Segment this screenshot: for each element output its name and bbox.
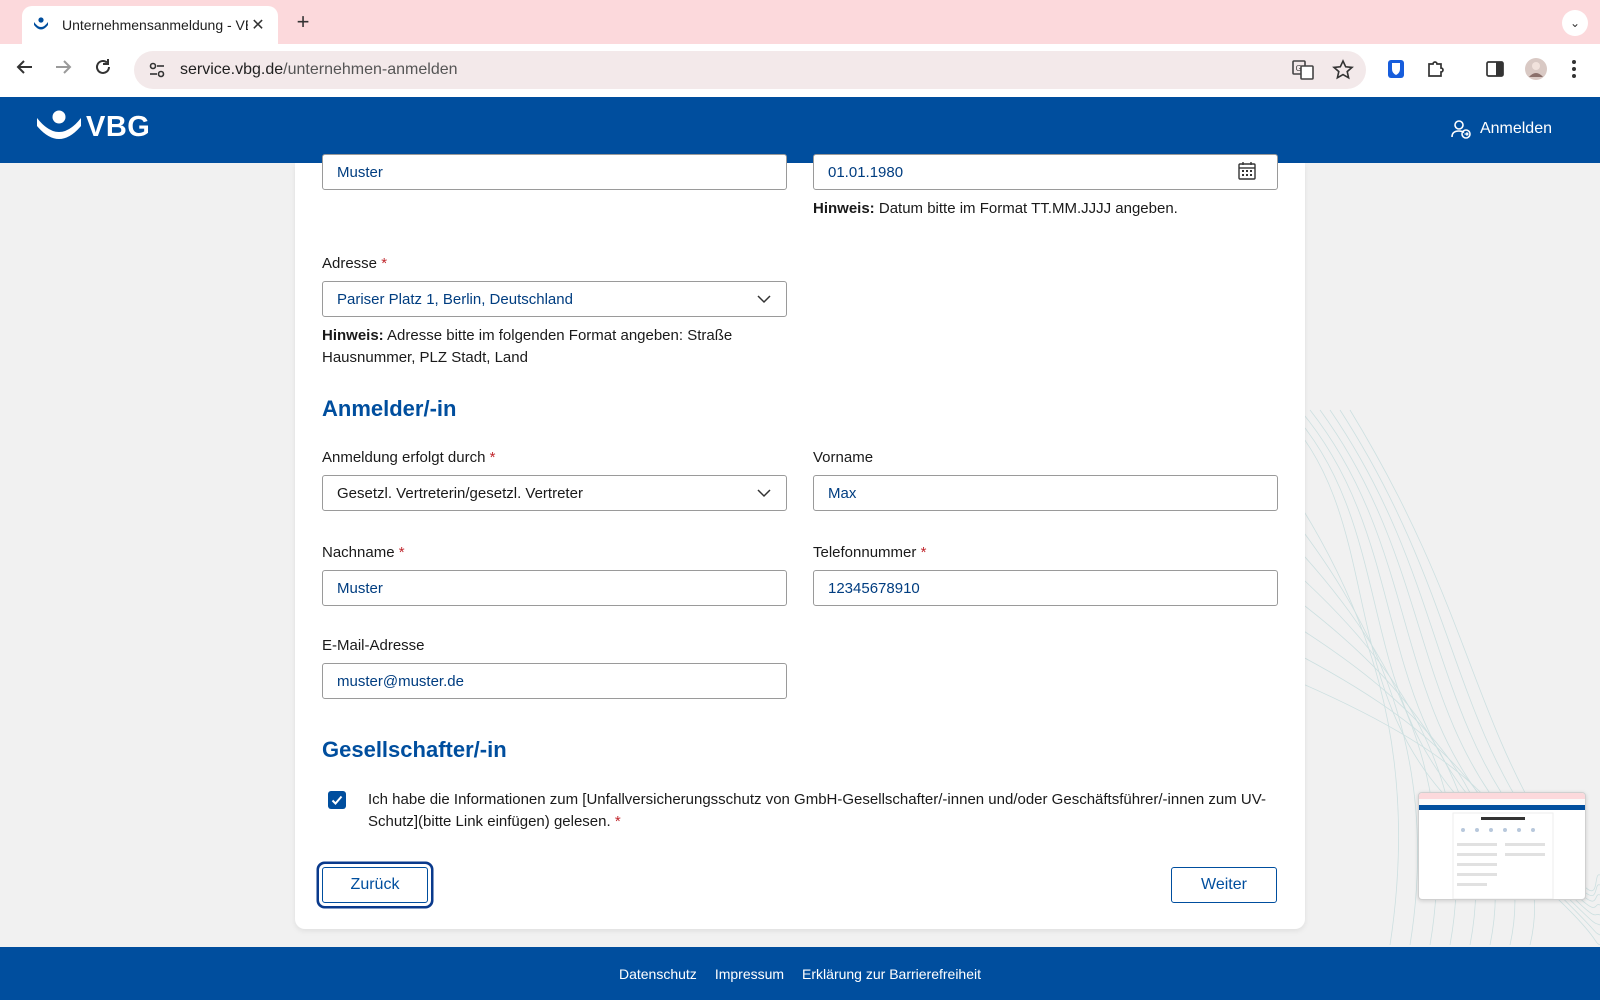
- email-field: E-Mail-Adresse muster@muster.de: [322, 637, 787, 699]
- consent-label: Ich habe die Informationen zum [Unfallve…: [368, 791, 1266, 830]
- site-footer: Datenschutz Impressum Erklärung zur Barr…: [0, 947, 1600, 1000]
- birthdate-field: 01.01.1980 Hinweis: Datum bitte im Forma…: [813, 154, 1278, 220]
- section-title-registrant: Anmelder/-in: [322, 396, 457, 421]
- new-tab-icon[interactable]: +: [290, 9, 316, 35]
- svg-text:G: G: [1296, 64, 1302, 73]
- consent-checkbox[interactable]: [328, 791, 346, 809]
- consent-checkbox-row: Ich habe die Informationen zum [Unfallve…: [328, 789, 1268, 833]
- browser-tab-active[interactable]: Unternehmensanmeldung - VBG ✕: [22, 6, 278, 44]
- vbg-logo[interactable]: VBG: [36, 110, 150, 144]
- phone-field: Telefonnummer * 12345678910: [813, 544, 1278, 606]
- first-name-field: Vorname Max: [813, 449, 1278, 511]
- login-link[interactable]: Anmelden: [1450, 118, 1552, 140]
- browser-tabbar: Unternehmensanmeldung - VBG ✕ + ⌄: [0, 0, 1600, 44]
- vbg-logo-icon: [37, 110, 81, 139]
- profile-avatar-icon[interactable]: [1524, 57, 1548, 81]
- reload-icon[interactable]: [90, 57, 116, 83]
- registration-by-label: Anmeldung erfolgt durch *: [322, 449, 496, 466]
- phone-input[interactable]: 12345678910: [813, 570, 1278, 606]
- site-header: VBG Anmelden: [0, 97, 1600, 163]
- birthdate-input[interactable]: 01.01.1980: [813, 154, 1278, 190]
- first-name-label: Vorname: [813, 449, 874, 466]
- back-button[interactable]: Zurück: [322, 867, 428, 903]
- last-name-label: Nachname *: [322, 544, 405, 561]
- forward-arrow-icon[interactable]: [50, 57, 76, 83]
- tab-close-icon[interactable]: ✕: [248, 15, 268, 35]
- footer-link-accessibility[interactable]: Erklärung zur Barrierefreiheit: [802, 966, 981, 982]
- address-label: Adresse *: [322, 255, 388, 272]
- tab-search-chevron-icon[interactable]: ⌄: [1562, 10, 1588, 36]
- chevron-down-icon: [757, 295, 771, 304]
- chevron-down-icon: [757, 489, 771, 498]
- registration-by-field: Anmeldung erfolgt durch * Gesetzl. Vertr…: [322, 449, 787, 511]
- side-panel-icon[interactable]: [1483, 57, 1507, 81]
- url-text: service.vbg.de/unternehmen-anmelden: [180, 61, 458, 78]
- browser-toolbar: service.vbg.de/unternehmen-anmelden G: [0, 44, 1600, 97]
- extensions-puzzle-icon[interactable]: [1424, 57, 1448, 81]
- registration-by-select[interactable]: Gesetzl. Vertreterin/gesetzl. Vertreter: [322, 475, 787, 511]
- user-login-icon: [1451, 120, 1471, 139]
- vbg-favicon-icon: [34, 17, 48, 30]
- calendar-icon[interactable]: [1237, 161, 1257, 181]
- date-hint: Hinweis: Datum bitte im Format TT.MM.JJJ…: [813, 200, 1178, 217]
- logo-text: VBG: [86, 110, 151, 143]
- registration-form-card: Muster 01.01.1980 Hinweis: Datum bitte i…: [295, 154, 1305, 929]
- bookmark-star-icon[interactable]: [1332, 59, 1354, 81]
- last-name-input[interactable]: Muster: [322, 570, 787, 606]
- footer-link-privacy[interactable]: Datenschutz: [619, 966, 697, 982]
- login-label: Anmelden: [1479, 120, 1552, 137]
- top-left-input[interactable]: Muster: [322, 154, 787, 190]
- email-label: E-Mail-Adresse: [322, 637, 425, 654]
- site-settings-icon[interactable]: [148, 61, 166, 79]
- next-button[interactable]: Weiter: [1171, 867, 1277, 903]
- page-thumbnail-preview[interactable]: [1418, 792, 1586, 900]
- address-select[interactable]: Pariser Platz 1, Berlin, Deutschland: [322, 281, 787, 317]
- first-name-input[interactable]: Max: [813, 475, 1278, 511]
- footer-link-imprint[interactable]: Impressum: [715, 966, 784, 982]
- phone-label: Telefonnummer *: [813, 544, 927, 561]
- tab-title: Unternehmensanmeldung - VBG: [62, 17, 248, 33]
- email-input[interactable]: muster@muster.de: [322, 663, 787, 699]
- address-hint: Hinweis: Adresse bitte im folgenden Form…: [322, 327, 733, 366]
- top-left-field: Muster: [322, 154, 787, 190]
- browser-menu-icon[interactable]: [1562, 57, 1586, 81]
- last-name-field: Nachname * Muster: [322, 544, 787, 606]
- bitwarden-shield-icon[interactable]: [1384, 57, 1408, 81]
- address-field: Adresse * Pariser Platz 1, Berlin, Deuts…: [322, 255, 787, 369]
- checkmark-icon: [331, 795, 343, 805]
- thumbnail-image: [1419, 793, 1585, 899]
- translate-icon[interactable]: G: [1292, 59, 1314, 81]
- address-bar[interactable]: service.vbg.de/unternehmen-anmelden G: [134, 51, 1366, 89]
- back-arrow-icon[interactable]: [12, 57, 38, 83]
- section-title-shareholder: Gesellschafter/-in: [322, 737, 507, 762]
